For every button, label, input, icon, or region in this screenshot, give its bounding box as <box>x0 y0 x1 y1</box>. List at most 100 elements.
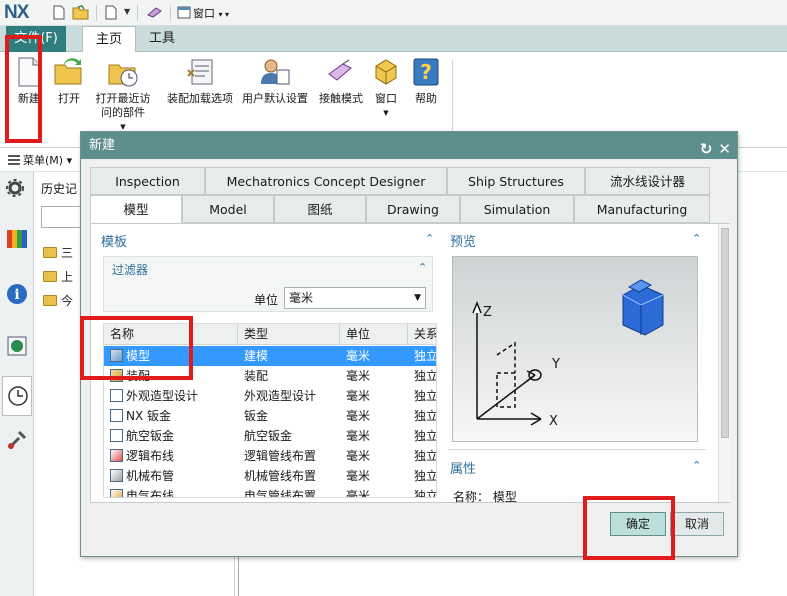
axis-y-label: Y <box>552 357 560 372</box>
table-row[interactable]: 航空钣金 航空钣金 毫米 独立 <box>104 426 436 446</box>
open-button-label: 打开 <box>58 92 80 105</box>
dialog-title: 新建 <box>89 138 116 153</box>
assembly-navigator-icon[interactable] <box>5 226 29 250</box>
filter-group-title: 过滤器 <box>112 263 149 277</box>
mechanical-routing-icon <box>110 469 123 482</box>
assembly-load-options-button[interactable]: 装配加载选项 <box>164 54 236 106</box>
table-row[interactable]: 逻辑布线 逻辑管线布置 毫米 独立 <box>104 446 437 466</box>
separator <box>137 5 138 21</box>
info-icon[interactable]: i <box>5 282 29 306</box>
cell-unit: 毫米 <box>346 449 371 463</box>
open-folder-icon[interactable] <box>72 5 90 20</box>
window-menu[interactable]: 窗口 ▾ ▾ <box>193 5 229 21</box>
cancel-button[interactable]: 取消 <box>670 512 724 536</box>
list-item[interactable]: 上 <box>43 268 73 285</box>
tab-drawing-cn[interactable]: 图纸 <box>274 195 366 223</box>
close-icon[interactable]: ✕ <box>718 140 731 158</box>
table-row[interactable]: 机械布管 机械管线布置 毫米 独立 <box>104 466 436 486</box>
tab-model[interactable]: Model <box>182 195 274 223</box>
cell-type: 航空钣金 <box>244 429 293 443</box>
highlight-new-button <box>5 35 42 143</box>
preview-axes-graphic <box>472 279 664 426</box>
chevron-down-icon: ▼ <box>414 293 421 303</box>
cell-relation: 独立 <box>414 389 437 403</box>
ribbon-tab-row: 文件(F) 主页 工具 <box>0 26 787 53</box>
pointer-hand-icon[interactable] <box>146 5 164 20</box>
preview-group-title: 预览 <box>450 235 477 250</box>
shape-studio-icon <box>110 389 123 402</box>
collapse-icon[interactable]: ⌃ <box>692 459 701 472</box>
cell-relation: 独立 <box>414 369 437 383</box>
new-file-icon[interactable] <box>52 5 66 20</box>
axis-z-label: Z <box>483 305 492 320</box>
tab-home[interactable]: 主页 <box>82 26 136 53</box>
tab-line-designer[interactable]: 流水线设计器 <box>585 167 710 195</box>
open-recent-button[interactable]: 打开最近访问的部件 ▼ <box>92 54 154 134</box>
reset-icon[interactable]: ↻ <box>700 140 713 158</box>
window-button[interactable]: 窗口 ▼ <box>370 54 402 120</box>
folder-icon <box>43 295 57 306</box>
table-row[interactable]: NX 钣金 钣金 毫米 独立 <box>104 406 437 426</box>
help-icon: ? <box>413 58 439 86</box>
collapse-icon[interactable]: ⌃ <box>425 232 434 245</box>
window-button-label: 窗口 <box>375 92 397 105</box>
menu-button[interactable]: 菜单(M) ▾ <box>8 152 72 168</box>
touch-mode-button[interactable]: 接触模式 <box>316 54 366 106</box>
touch-hand-icon <box>328 59 352 81</box>
unit-label: 单位 <box>254 293 279 307</box>
unit-select[interactable]: 毫米 ▼ <box>284 287 426 309</box>
list-item[interactable]: 三 <box>43 244 73 261</box>
assembly-load-icon <box>187 59 213 85</box>
column-header-type[interactable]: 类型 <box>238 324 340 345</box>
window-icon[interactable] <box>177 5 191 20</box>
svg-text:i: i <box>14 287 19 303</box>
tab-mechatronics[interactable]: Mechatronics Concept Designer <box>205 167 447 195</box>
cell-relation: 独立 <box>414 349 437 363</box>
scrollbar-thumb[interactable] <box>721 228 729 438</box>
window-menu-label: 窗口 <box>193 7 215 20</box>
cell-unit: 毫米 <box>346 409 371 423</box>
gear-icon[interactable] <box>5 178 25 198</box>
template-group-title: 模板 <box>101 235 128 250</box>
chevron-down-icon[interactable]: ▼ <box>124 7 130 16</box>
part-navigator-icon[interactable] <box>5 334 29 358</box>
user-defaults-button[interactable]: 用户默认设置 <box>240 54 310 106</box>
column-header-unit[interactable]: 单位 <box>340 324 408 345</box>
open-button[interactable]: 打开 <box>52 54 86 106</box>
tab-manufacturing[interactable]: Manufacturing <box>574 195 710 223</box>
tab-tools[interactable]: 工具 <box>140 26 184 52</box>
cell-unit: 毫米 <box>346 469 371 483</box>
tools-icon[interactable] <box>5 428 29 452</box>
tab-inspection[interactable]: Inspection <box>90 167 205 195</box>
cell-name-text: 电气布线 <box>126 489 175 498</box>
nx-logo: NX <box>4 2 29 23</box>
cell-relation: 独立 <box>414 489 437 498</box>
tab-ship-structures[interactable]: Ship Structures <box>447 167 585 195</box>
tab-drawing[interactable]: Drawing <box>366 195 460 223</box>
table-row[interactable]: 外观造型设计 外观造型设计 毫米 独立 <box>104 386 437 406</box>
cell-unit: 毫米 <box>346 429 371 443</box>
new-page-icon[interactable] <box>104 5 118 20</box>
cell-unit: 毫米 <box>346 489 371 498</box>
tab-model-cn[interactable]: 模型 <box>90 195 182 223</box>
cell-relation: 独立 <box>414 449 437 463</box>
cell-relation: 独立 <box>414 409 437 423</box>
resource-bar: i <box>0 172 34 596</box>
table-row[interactable]: 电气布线 电气管线布置 毫米 独立 <box>104 486 437 498</box>
dialog-tab-row-1: Inspection Mechatronics Concept Designer… <box>90 167 710 195</box>
navigator-search-input[interactable] <box>41 206 81 228</box>
chevron-down-icon: ▼ <box>383 109 389 117</box>
cell-type: 逻辑管线布置 <box>244 449 317 463</box>
list-item[interactable]: 今 <box>43 292 73 309</box>
history-tab[interactable] <box>2 376 32 416</box>
collapse-icon[interactable]: ⌃ <box>418 261 427 274</box>
open-recent-button-label: 打开最近访问的部件 <box>95 92 151 119</box>
dialog-scrollbar[interactable] <box>718 224 730 502</box>
dialog-controls: ↻ ✕ <box>694 136 731 163</box>
collapse-icon[interactable]: ⌃ <box>692 232 701 245</box>
unit-select-value: 毫米 <box>289 291 314 305</box>
help-button[interactable]: ? 帮助 <box>410 54 442 106</box>
tab-simulation[interactable]: Simulation <box>460 195 574 223</box>
list-item-label: 上 <box>61 270 74 284</box>
column-header-relation[interactable]: 关系 <box>408 324 436 345</box>
